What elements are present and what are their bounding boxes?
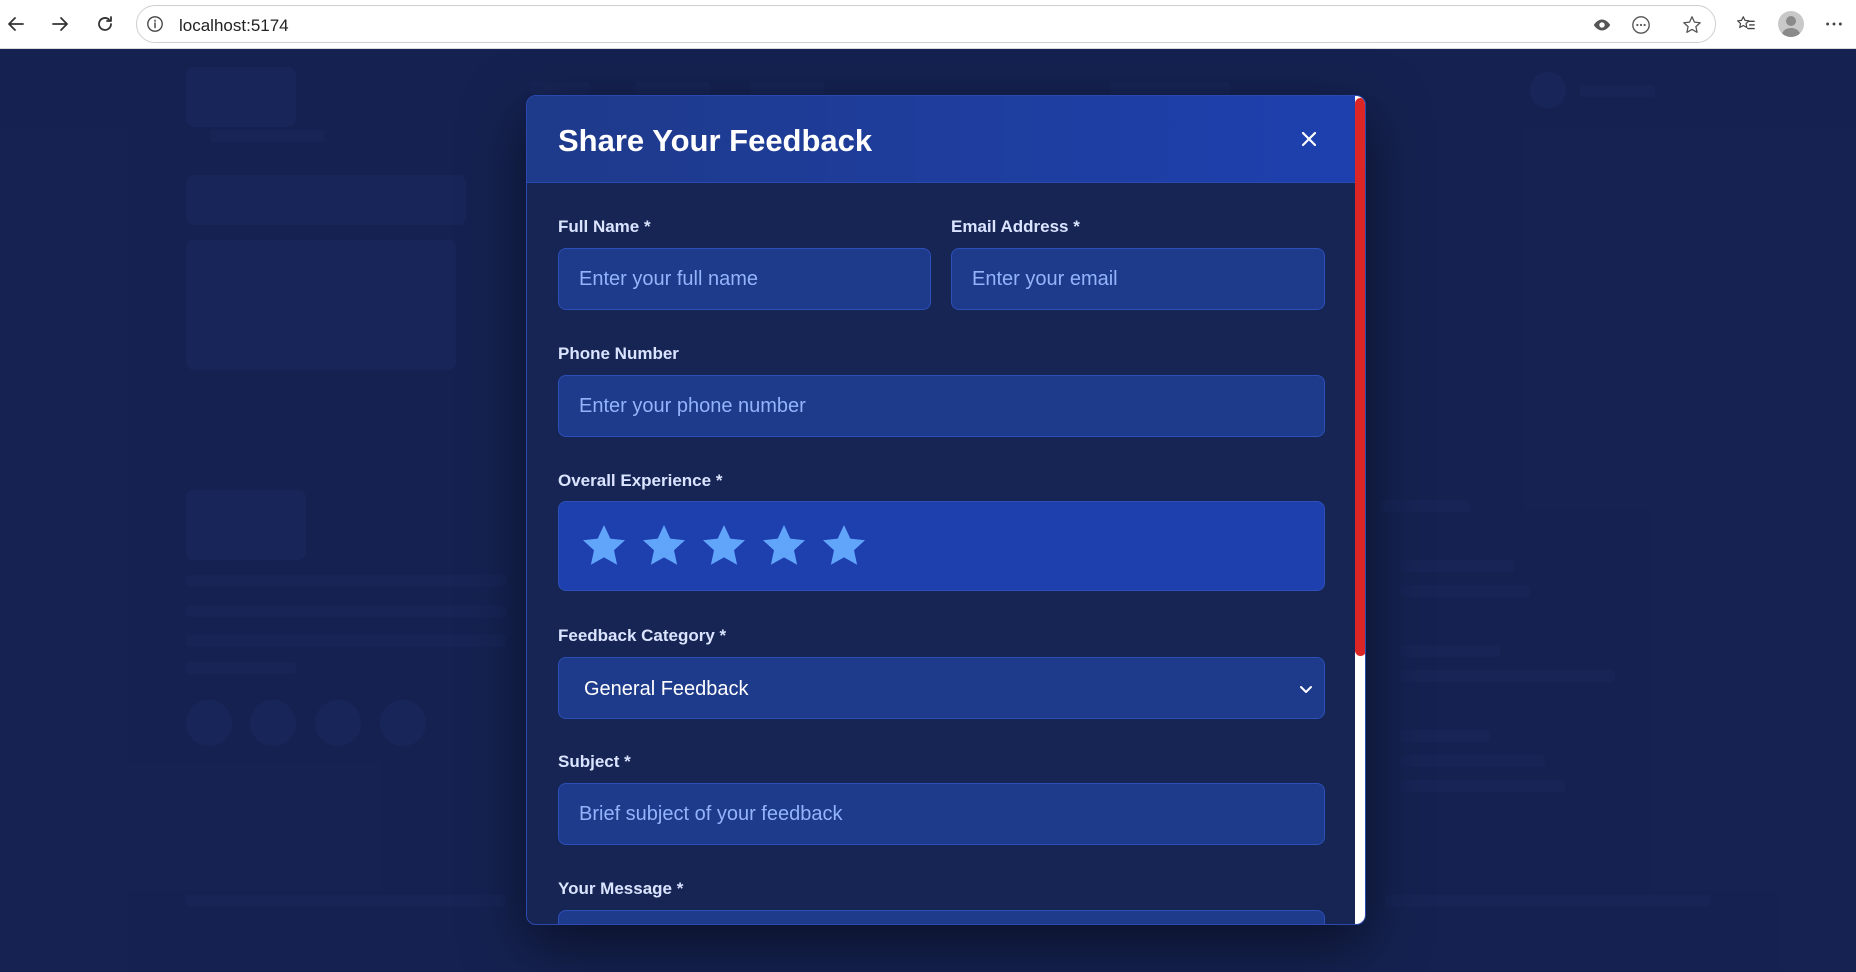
close-icon (1301, 131, 1317, 147)
message-label: Your Message * (558, 879, 684, 898)
modal-header: Share Your Feedback (527, 96, 1355, 183)
menu-button[interactable] (1818, 8, 1850, 40)
star-rating (558, 501, 1325, 591)
chevron-down-icon (1300, 686, 1312, 693)
url-text[interactable]: localhost:5174 (179, 16, 289, 36)
message-textarea[interactable] (558, 910, 1325, 924)
email-input[interactable] (951, 248, 1325, 310)
favorites-icon[interactable] (1730, 8, 1762, 40)
browser-toolbar: localhost:5174 (0, 0, 1856, 49)
close-button[interactable] (1291, 121, 1327, 157)
email-label: Email Address * (951, 217, 1080, 236)
full-name-input[interactable] (558, 248, 931, 310)
experience-label: Overall Experience * (558, 471, 723, 490)
phone-label: Phone Number (558, 344, 679, 363)
star-icon[interactable] (639, 522, 689, 572)
site-info-icon[interactable] (145, 14, 165, 34)
modal-title: Share Your Feedback (558, 123, 873, 158)
forward-button[interactable] (44, 8, 76, 40)
star-icon[interactable] (579, 522, 629, 572)
category-select[interactable]: General Feedback (558, 657, 1325, 719)
subject-input[interactable] (558, 783, 1325, 845)
star-icon[interactable] (819, 522, 869, 572)
full-name-label: Full Name * (558, 217, 651, 236)
profile-avatar[interactable] (1775, 8, 1807, 40)
phone-input[interactable] (558, 375, 1325, 437)
eye-icon[interactable] (1591, 14, 1613, 36)
more-circle-icon[interactable] (1630, 14, 1652, 36)
star-favorite-icon[interactable] (1681, 14, 1703, 36)
more-horizontal-icon (1826, 22, 1842, 26)
category-label: Feedback Category * (558, 626, 727, 645)
arrow-right-icon (52, 17, 68, 31)
category-selected-value: General Feedback (584, 678, 749, 700)
modal-scrollbar-thumb[interactable] (1355, 98, 1365, 656)
address-bar[interactable]: localhost:5174 (136, 5, 1716, 43)
feedback-modal: Share Your Feedback Full Name * Email Ad… (526, 95, 1366, 925)
arrow-left-icon (8, 17, 24, 31)
subject-label: Subject * (558, 752, 631, 771)
avatar-icon (1778, 11, 1804, 37)
star-icon[interactable] (699, 522, 749, 572)
star-icon[interactable] (759, 522, 809, 572)
reload-icon (98, 16, 112, 31)
reload-button[interactable] (89, 8, 121, 40)
back-button[interactable] (0, 8, 32, 40)
